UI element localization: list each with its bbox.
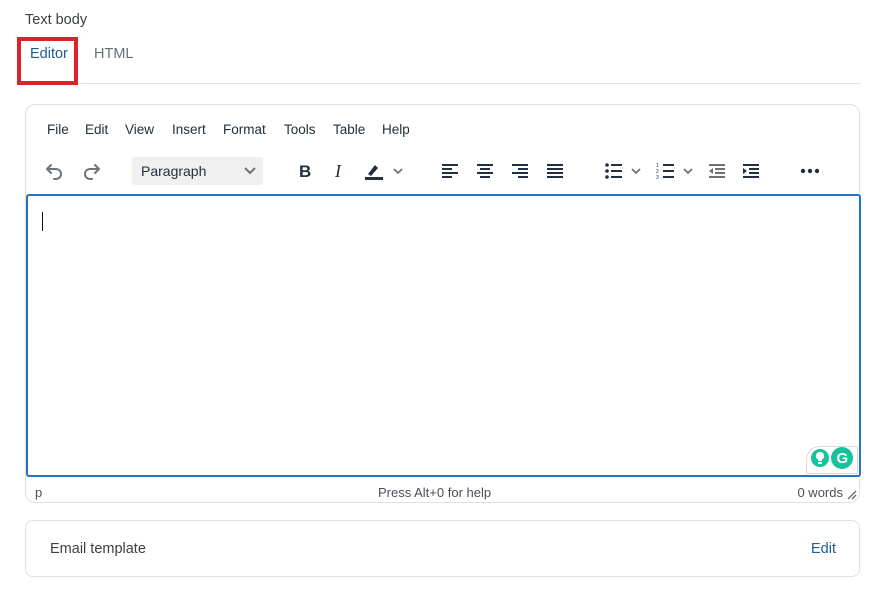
redo-icon[interactable] — [78, 155, 104, 187]
bold-icon[interactable]: B — [293, 155, 317, 187]
undo-icon[interactable] — [42, 155, 68, 187]
menu-format[interactable]: Format — [223, 122, 266, 137]
element-path[interactable]: p — [35, 485, 42, 500]
editor-menubar: File Edit View Insert Format Tools Table… — [26, 119, 859, 141]
help-hint: Press Alt+0 for help — [378, 485, 492, 500]
lightbulb-icon[interactable] — [810, 448, 830, 473]
svg-text:B: B — [299, 162, 311, 180]
align-center-icon[interactable] — [472, 155, 498, 187]
editor-content-area[interactable]: G — [26, 194, 861, 477]
tab-highlight-box — [17, 37, 78, 85]
align-right-icon[interactable] — [507, 155, 533, 187]
menu-edit[interactable]: Edit — [85, 122, 108, 137]
menu-table[interactable]: Table — [333, 122, 365, 137]
grammarly-icon[interactable]: G — [830, 446, 854, 475]
grammarly-widget[interactable]: G — [806, 446, 858, 474]
editor-statusbar: p Press Alt+0 for help 0 words — [26, 479, 861, 503]
svg-text:I: I — [334, 162, 342, 180]
menu-view[interactable]: View — [125, 122, 154, 137]
tab-html[interactable]: HTML — [94, 46, 133, 62]
indent-icon[interactable] — [739, 155, 763, 187]
rich-text-editor: File Edit View Insert Format Tools Table… — [25, 104, 861, 503]
email-template-label: Email template — [50, 541, 146, 557]
email-template-card: Email template Edit — [25, 520, 860, 577]
menu-file[interactable]: File — [47, 122, 69, 137]
more-icon[interactable] — [797, 155, 823, 187]
menu-insert[interactable]: Insert — [172, 122, 206, 137]
svg-text:G: G — [837, 450, 849, 467]
align-justify-icon[interactable] — [542, 155, 568, 187]
outdent-icon[interactable] — [705, 155, 729, 187]
italic-icon[interactable]: I — [328, 155, 352, 187]
menu-help[interactable]: Help — [382, 122, 410, 137]
svg-text:3: 3 — [656, 175, 659, 180]
resize-handle-icon[interactable] — [847, 488, 857, 503]
numbered-list-icon[interactable]: 1 2 3 — [654, 155, 700, 187]
chevron-down-icon — [243, 164, 257, 183]
bullet-list-icon[interactable] — [602, 155, 648, 187]
word-count[interactable]: 0 words — [797, 485, 843, 500]
editor-tabs: Editor HTML — [25, 36, 861, 84]
block-format-value: Paragraph — [141, 163, 207, 179]
highlight-icon[interactable] — [362, 155, 408, 187]
text-caret — [42, 212, 43, 231]
email-template-edit-link[interactable]: Edit — [811, 541, 836, 557]
block-format-select[interactable]: Paragraph — [132, 157, 263, 185]
menu-tools[interactable]: Tools — [284, 122, 316, 137]
field-label-text-body: Text body — [25, 12, 88, 28]
align-left-icon[interactable] — [437, 155, 463, 187]
